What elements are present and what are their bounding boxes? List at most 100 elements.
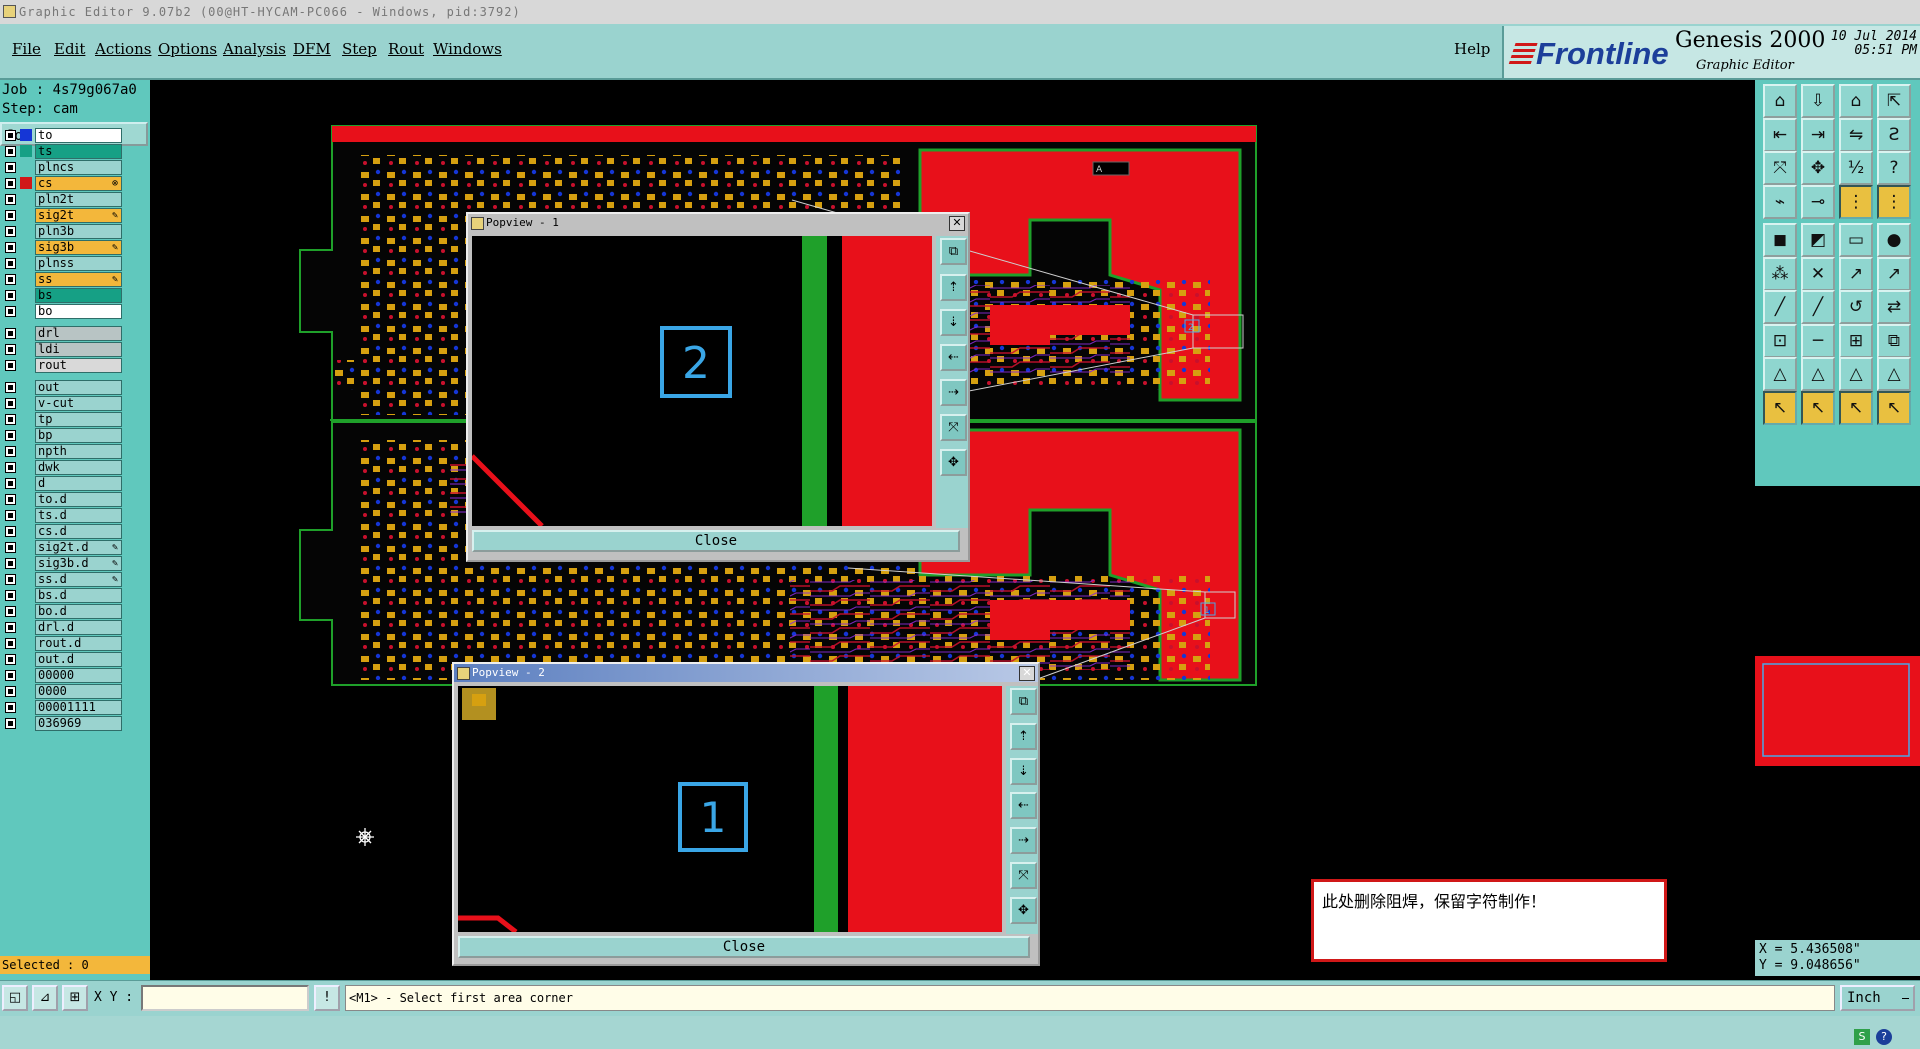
arrow-node-icon[interactable]: ↗	[1839, 256, 1873, 291]
layer-checkbox[interactable]	[5, 478, 16, 489]
zoom-fit-icon[interactable]: ⇱	[1877, 84, 1911, 118]
layer-row-drl[interactable]: drl	[0, 326, 150, 341]
layer-row-00001111[interactable]: 00001111	[0, 700, 150, 715]
layer-checkbox[interactable]	[5, 654, 16, 665]
triangle3-icon[interactable]: △	[1839, 357, 1873, 391]
layer-checkbox[interactable]	[5, 622, 16, 633]
layer-name[interactable]: out.d	[35, 652, 122, 667]
popview-zoom-icon[interactable]: ⧉	[940, 238, 967, 265]
layer-row-out.d[interactable]: out.d	[0, 652, 150, 667]
layer-row-out[interactable]: out	[0, 380, 150, 395]
menu-help[interactable]: Help	[1454, 40, 1490, 58]
layer-name[interactable]: rout	[35, 358, 122, 373]
layer-row-cs[interactable]: cs ⊗	[0, 176, 150, 191]
layer-color-swatch[interactable]	[20, 129, 32, 141]
popview-fit-icon[interactable]: ⤧	[940, 414, 967, 441]
popview-1-close-button[interactable]: Close	[472, 530, 960, 552]
layer-checkbox[interactable]	[5, 686, 16, 697]
menu-analysis[interactable]: Analysis	[223, 40, 286, 58]
menu-dfm[interactable]: DFM	[293, 40, 331, 58]
popview-1-viewport[interactable]: 2	[472, 236, 932, 526]
arrow-node2-icon[interactable]: ↗	[1877, 256, 1911, 291]
layer-name[interactable]: sig3b ✎	[35, 240, 122, 255]
layer-row-plnss[interactable]: plnss	[0, 256, 150, 271]
snap-icon[interactable]: Ƨ	[1877, 117, 1911, 152]
hline-icon[interactable]: ─	[1801, 323, 1835, 358]
layer-color-swatch[interactable]	[20, 145, 32, 157]
tray-help-icon[interactable]: ?	[1876, 1029, 1892, 1045]
layer-name[interactable]: pln2t	[35, 192, 122, 207]
layer-name[interactable]: d	[35, 476, 122, 491]
info-icon[interactable]: !	[314, 985, 340, 1011]
layer-row-dwk[interactable]: dwk	[0, 460, 150, 475]
fit-all-icon[interactable]: ⤧	[1763, 151, 1797, 185]
layer-row-sig3b.d[interactable]: sig3b.d ✎	[0, 556, 150, 571]
select-mode-icon[interactable]: ◱	[2, 985, 28, 1011]
layer-name[interactable]: ts.d	[35, 508, 122, 523]
layer-checkbox[interactable]	[5, 638, 16, 649]
popview-center-icon[interactable]: ✥	[940, 449, 967, 476]
layer-name[interactable]: v-cut	[35, 396, 122, 411]
layer-name[interactable]: dwk	[35, 460, 122, 475]
layer-row-bo.d[interactable]: bo.d	[0, 604, 150, 619]
arc-icon[interactable]: ↺	[1839, 290, 1873, 324]
layer-row-pln3b[interactable]: pln3b	[0, 224, 150, 239]
transform-icon[interactable]: ⊡	[1763, 323, 1797, 358]
layer-name[interactable]: 00001111	[35, 700, 122, 715]
layer-row-ts.d[interactable]: ts.d	[0, 508, 150, 523]
layer-split2-icon[interactable]: ⋮	[1877, 184, 1911, 219]
layer-name[interactable]: plnss	[35, 256, 122, 271]
popview-2-close-button[interactable]: Close	[458, 936, 1030, 958]
zoom-prev-icon[interactable]: ⇩	[1801, 84, 1835, 118]
grid-mode-icon[interactable]: ⊞	[62, 985, 88, 1011]
layer-row-to[interactable]: to	[0, 128, 150, 143]
popview-up-icon[interactable]: ⇡	[1010, 723, 1037, 750]
popview-right-icon[interactable]: ⇢	[940, 379, 967, 406]
triangle-icon[interactable]: △	[1763, 357, 1797, 391]
layer-row-sig2t[interactable]: sig2t ✎	[0, 208, 150, 223]
layer-checkbox[interactable]	[5, 146, 16, 157]
layer-checkbox[interactable]	[5, 258, 16, 269]
layer-name[interactable]: ss.d ✎	[35, 572, 122, 587]
layer-name[interactable]: to.d	[35, 492, 122, 507]
unit-select[interactable]: Inch ⎯	[1840, 985, 1915, 1011]
layer-row-ts[interactable]: ts	[0, 144, 150, 159]
layer-checkbox[interactable]	[5, 344, 16, 355]
layer-checkbox[interactable]	[5, 558, 16, 569]
tray-s-icon[interactable]: S	[1854, 1029, 1870, 1045]
layer-name[interactable]: ldi	[35, 342, 122, 357]
pan-right-icon[interactable]: ⇥	[1801, 117, 1835, 152]
layer-checkbox[interactable]	[5, 606, 16, 617]
layer-row-npth[interactable]: npth	[0, 444, 150, 459]
layer-row-00000[interactable]: 00000	[0, 668, 150, 683]
layer-row-tp[interactable]: tp	[0, 412, 150, 427]
layer-checkbox[interactable]	[5, 242, 16, 253]
layer-row-d[interactable]: d	[0, 476, 150, 491]
layer-split-icon[interactable]: ⋮	[1839, 184, 1873, 219]
layer-name[interactable]: bo	[35, 304, 122, 319]
layer-row-pln2t[interactable]: pln2t	[0, 192, 150, 207]
layer-name[interactable]: tp	[35, 412, 122, 427]
layer-name[interactable]: drl.d	[35, 620, 122, 635]
layer-row-plncs[interactable]: plncs	[0, 160, 150, 175]
pointer-icon[interactable]: ↖	[1763, 390, 1797, 425]
layer-checkbox[interactable]	[5, 590, 16, 601]
pointer2-icon[interactable]: ↖	[1801, 390, 1835, 425]
pointer4-icon[interactable]: ↖	[1877, 390, 1911, 425]
layer-name[interactable]: ss ✎	[35, 272, 122, 287]
layer-checkbox[interactable]	[5, 542, 16, 553]
popview-up-icon[interactable]: ⇡	[940, 274, 967, 301]
layer-row-bp[interactable]: bp	[0, 428, 150, 443]
popview-1-close-icon[interactable]: ✕	[949, 216, 965, 231]
layer-checkbox[interactable]	[5, 382, 16, 393]
layer-checkbox[interactable]	[5, 574, 16, 585]
layer-name[interactable]: 036969	[35, 716, 122, 731]
layer-checkbox[interactable]	[5, 328, 16, 339]
layer-checkbox[interactable]	[5, 510, 16, 521]
layer-row-sig2t.d[interactable]: sig2t.d ✎	[0, 540, 150, 555]
popview-center-icon[interactable]: ✥	[1010, 897, 1037, 924]
layer-row-rout[interactable]: rout	[0, 358, 150, 373]
layer-checkbox[interactable]	[5, 430, 16, 441]
xy-input[interactable]	[141, 985, 309, 1011]
menu-options[interactable]: Options	[158, 40, 217, 58]
